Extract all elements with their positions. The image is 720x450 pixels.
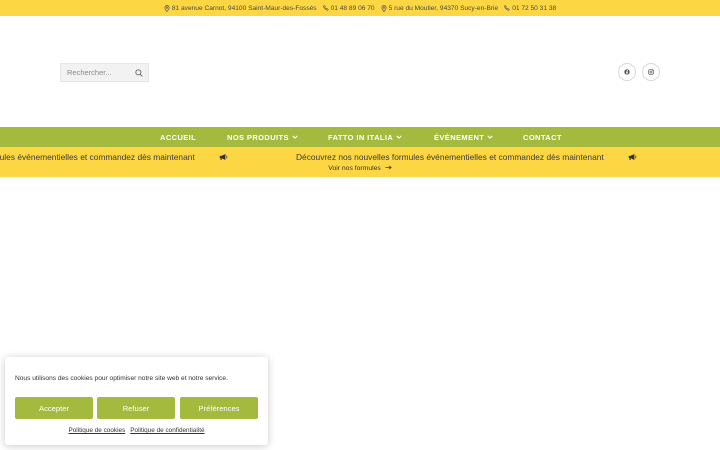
promo-ticker-item: Découvrez nos nouvelles formules événeme…	[0, 151, 228, 163]
phone-icon	[504, 5, 510, 11]
megaphone-icon	[628, 154, 637, 160]
nav-label: ACCUEIL	[160, 132, 197, 142]
cookie-consent-dialog: Nous utilisons des cookies pour optimise…	[5, 357, 268, 445]
nav-label: ÉVÈNEMENT	[434, 132, 485, 142]
phone-text: 01 72 50 31 38	[512, 4, 557, 12]
accept-button[interactable]: Accepter	[15, 397, 93, 419]
privacy-policy-link[interactable]: Politique de confidentialité	[130, 427, 204, 434]
address-text: 81 avenue Carnot, 94100 Saint-Maur-des-F…	[171, 4, 317, 12]
top-info-bar: 81 avenue Carnot, 94100 Saint-Maur-des-F…	[0, 0, 720, 16]
nav-accueil[interactable]: ACCUEIL	[160, 127, 196, 147]
nav-label: CONTACT	[523, 132, 562, 142]
phone-saint-maur[interactable]: 01 48 89 06 70	[322, 4, 375, 12]
address-text: 5 rue du Moutier, 94370 Sucy-en-Brie	[388, 4, 499, 12]
chevron-down-icon	[487, 135, 493, 139]
megaphone-icon	[219, 154, 228, 160]
search-form	[60, 63, 149, 82]
chevron-down-icon	[292, 135, 298, 139]
nav-contact[interactable]: CONTACT	[523, 127, 562, 147]
phone-icon	[322, 5, 329, 11]
cookie-message: Nous utilisons des cookies pour optimise…	[15, 375, 228, 382]
map-pin-icon	[164, 4, 170, 12]
chevron-down-icon	[396, 135, 402, 139]
search-button[interactable]	[130, 64, 148, 81]
instagram-icon	[648, 69, 654, 75]
refuse-button[interactable]: Refuser	[97, 397, 175, 419]
promo-banner: Découvrez nos nouvelles formules événeme…	[0, 147, 720, 177]
promo-link-label: Voir nos formules	[328, 165, 381, 172]
facebook-icon	[624, 69, 630, 75]
promo-ticker-item: Découvrez nos nouvelles formules événeme…	[296, 151, 637, 163]
address-sucy[interactable]: 5 rue du Moutier, 94370 Sucy-en-Brie	[381, 4, 499, 12]
search-icon	[135, 68, 143, 77]
promo-link[interactable]: Voir nos formules	[328, 165, 392, 172]
address-saint-maur[interactable]: 81 avenue Carnot, 94100 Saint-Maur-des-F…	[164, 5, 317, 12]
preferences-button[interactable]: Préférences	[180, 397, 258, 419]
nav-nos-produits[interactable]: NOS PRODUITS	[227, 127, 298, 147]
instagram-link[interactable]	[642, 63, 660, 81]
facebook-link[interactable]	[618, 63, 636, 81]
map-pin-icon	[381, 4, 387, 12]
nav-label: FATTO IN ITALIA	[328, 132, 394, 142]
nav-fatto-in-italia[interactable]: FATTO IN ITALIA	[328, 127, 402, 147]
phone-text: 01 48 89 06 70	[330, 4, 375, 12]
promo-cta: Voir nos formules	[0, 165, 720, 172]
nav-evenement[interactable]: ÉVÈNEMENT	[434, 127, 493, 147]
search-input[interactable]	[61, 64, 130, 81]
arrow-right-icon	[385, 165, 392, 170]
promo-ticker-text: Découvrez nos nouvelles formules événeme…	[296, 152, 604, 162]
promo-ticker-text: Découvrez nos nouvelles formules événeme…	[0, 152, 195, 162]
phone-sucy[interactable]: 01 72 50 31 38	[504, 5, 556, 12]
nav-label: NOS PRODUITS	[227, 132, 289, 142]
cookie-links: Politique de cookies Politique de confid…	[5, 427, 268, 434]
main-navigation: ACCUEIL NOS PRODUITS FATTO IN ITALIA ÉVÈ…	[0, 127, 720, 147]
cookie-policy-link[interactable]: Politique de cookies	[68, 427, 125, 434]
